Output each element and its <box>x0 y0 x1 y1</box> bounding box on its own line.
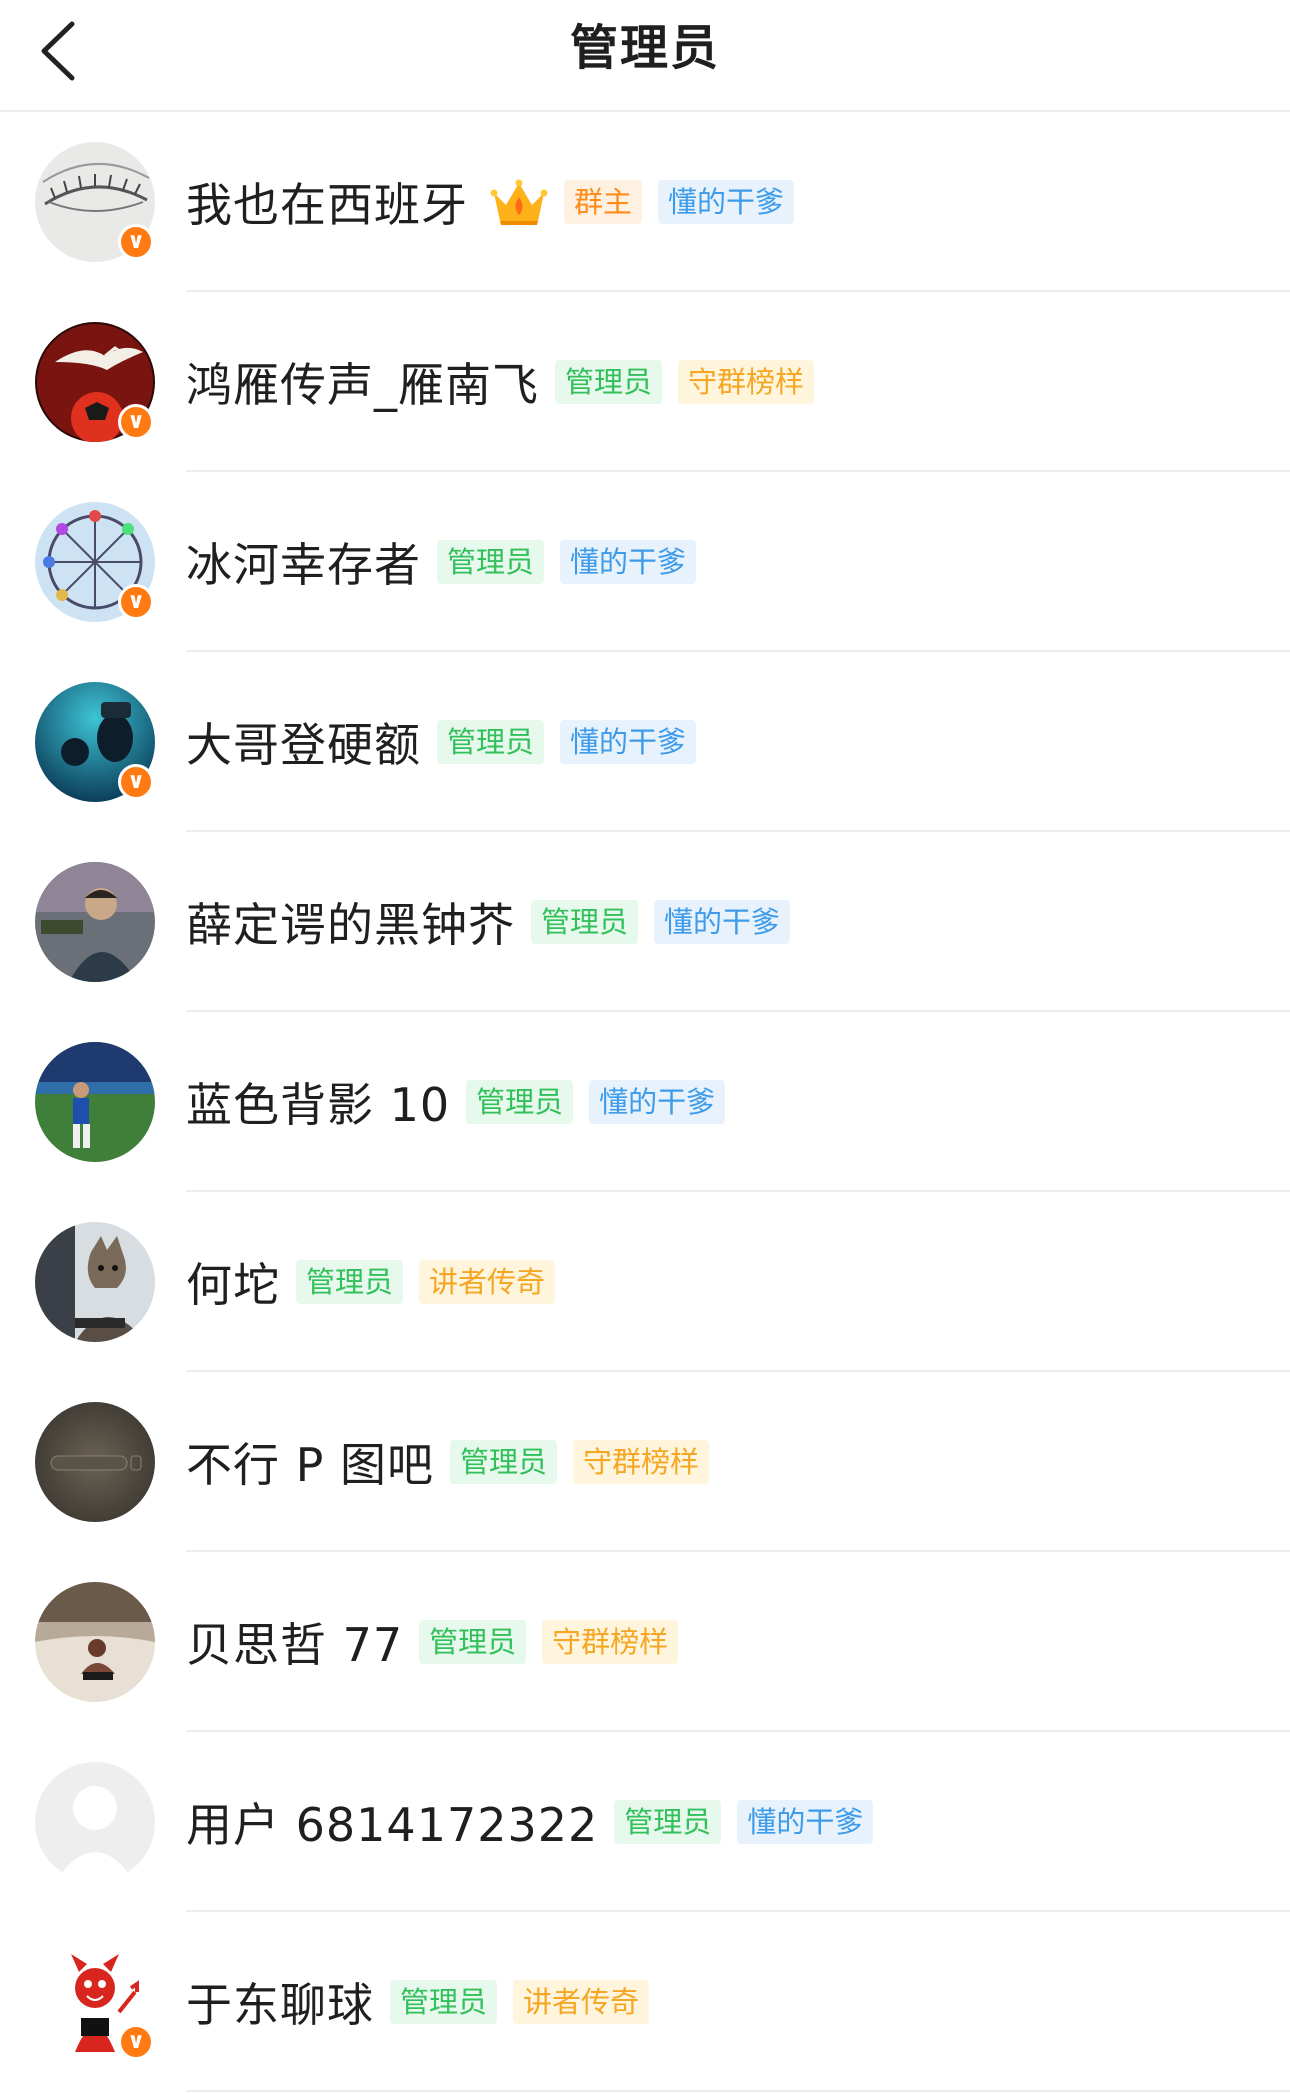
member-info: 大哥登硬额 管理员 懂的干爹 <box>186 652 697 832</box>
avatar[interactable] <box>35 1402 155 1522</box>
avatar[interactable] <box>35 1042 155 1162</box>
member-row[interactable]: 蓝色背影 10 管理员 懂的干爹 <box>0 1012 1290 1192</box>
member-name: 鸿雁传声_雁南飞 <box>186 358 539 412</box>
member-name: 我也在西班牙 <box>186 178 468 232</box>
verified-badge-icon: ∨ <box>118 224 154 260</box>
member-row[interactable]: ∨ 大哥登硬额 管理员 懂的干爹 <box>0 652 1290 832</box>
title-badge: 懂的干爹 <box>589 1080 726 1124</box>
nav-bar: 管理员 <box>0 0 1290 112</box>
member-row[interactable]: ∨ 我也在西班牙 群主 懂的干爹 <box>0 112 1290 292</box>
verified-badge-icon: ∨ <box>118 404 154 440</box>
title-badge: 懂的干爹 <box>737 1800 874 1844</box>
title-badge: 懂的干爹 <box>658 180 795 224</box>
member-info: 不行 P 图吧 管理员 守群榜样 <box>186 1372 710 1552</box>
title-badge: 懂的干爹 <box>560 720 697 764</box>
member-row[interactable]: ∨ 于东聊球 管理员 讲者传奇 <box>0 1912 1290 2092</box>
member-name: 何坨 <box>186 1258 280 1312</box>
admin-badge: 管理员 <box>531 900 639 944</box>
member-row[interactable]: 贝思哲 77 管理员 守群榜样 <box>0 1552 1290 1732</box>
member-row[interactable]: 不行 P 图吧 管理员 守群榜样 <box>0 1372 1290 1552</box>
owner-badge: 群主 <box>564 180 643 224</box>
title-badge: 守群榜样 <box>542 1620 679 1664</box>
title-badge: 讲者传奇 <box>419 1260 556 1304</box>
admin-badge: 管理员 <box>449 1440 557 1484</box>
member-name: 用户 6814172322 <box>186 1798 599 1852</box>
admin-badge: 管理员 <box>419 1620 527 1664</box>
member-info: 何坨 管理员 讲者传奇 <box>186 1192 556 1372</box>
member-name: 大哥登硬额 <box>186 718 421 772</box>
member-row[interactable]: 何坨 管理员 讲者传奇 <box>0 1192 1290 1372</box>
member-row[interactable]: ∨ 鸿雁传声_雁南飞 管理员 守群榜样 <box>0 292 1290 472</box>
member-name: 不行 P 图吧 <box>186 1438 434 1492</box>
member-info: 贝思哲 77 管理员 守群榜样 <box>186 1552 679 1732</box>
admin-badge: 管理员 <box>614 1800 722 1844</box>
verified-badge-icon: ∨ <box>118 2024 154 2060</box>
member-row[interactable]: ∨ 冰河幸存者 管理员 懂的干爹 <box>0 472 1290 652</box>
title-badge: 守群榜样 <box>573 1440 710 1484</box>
admin-badge: 管理员 <box>466 1080 574 1124</box>
title-badge: 懂的干爹 <box>654 900 791 944</box>
member-name: 于东聊球 <box>186 1978 374 2032</box>
title-badge: 懂的干爹 <box>560 540 697 584</box>
member-list: ∨ 我也在西班牙 群主 懂的干爹 ∨ 鸿雁传声_雁南飞 管理员 守群榜样 ∨ 冰河幸存者 管理员 懂的… <box>0 112 1290 2092</box>
member-info: 薛定谔的黑钟芥 管理员 懂的干爹 <box>186 832 791 1012</box>
admin-badge: 管理员 <box>296 1260 404 1304</box>
member-name: 贝思哲 77 <box>186 1618 404 1672</box>
admin-badge: 管理员 <box>390 1980 498 2024</box>
member-name: 冰河幸存者 <box>186 538 421 592</box>
member-info: 我也在西班牙 群主 懂的干爹 <box>186 112 795 292</box>
avatar[interactable] <box>35 1582 155 1702</box>
member-row[interactable]: 薛定谔的黑钟芥 管理员 懂的干爹 <box>0 832 1290 1012</box>
page-title: 管理员 <box>569 20 720 76</box>
row-divider <box>186 2090 1290 2092</box>
title-badge: 讲者传奇 <box>513 1980 650 2024</box>
member-info: 鸿雁传声_雁南飞 管理员 守群榜样 <box>186 292 815 472</box>
avatar[interactable] <box>35 1762 155 1882</box>
member-info: 蓝色背影 10 管理员 懂的干爹 <box>186 1012 726 1192</box>
avatar[interactable] <box>35 1222 155 1342</box>
member-info: 冰河幸存者 管理员 懂的干爹 <box>186 472 697 652</box>
member-name: 蓝色背影 10 <box>186 1078 451 1132</box>
verified-badge-icon: ∨ <box>118 764 154 800</box>
admin-badge: 管理员 <box>437 720 545 764</box>
verified-badge-icon: ∨ <box>118 584 154 620</box>
member-name: 薛定谔的黑钟芥 <box>186 898 515 952</box>
admin-badge: 管理员 <box>437 540 545 584</box>
admin-badge: 管理员 <box>555 360 663 404</box>
member-info: 于东聊球 管理员 讲者传奇 <box>186 1912 650 2092</box>
member-row[interactable]: 用户 6814172322 管理员 懂的干爹 <box>0 1732 1290 1912</box>
crown-icon <box>490 179 548 225</box>
title-badge: 守群榜样 <box>678 360 815 404</box>
avatar[interactable] <box>35 862 155 982</box>
member-info: 用户 6814172322 管理员 懂的干爹 <box>186 1732 874 1912</box>
